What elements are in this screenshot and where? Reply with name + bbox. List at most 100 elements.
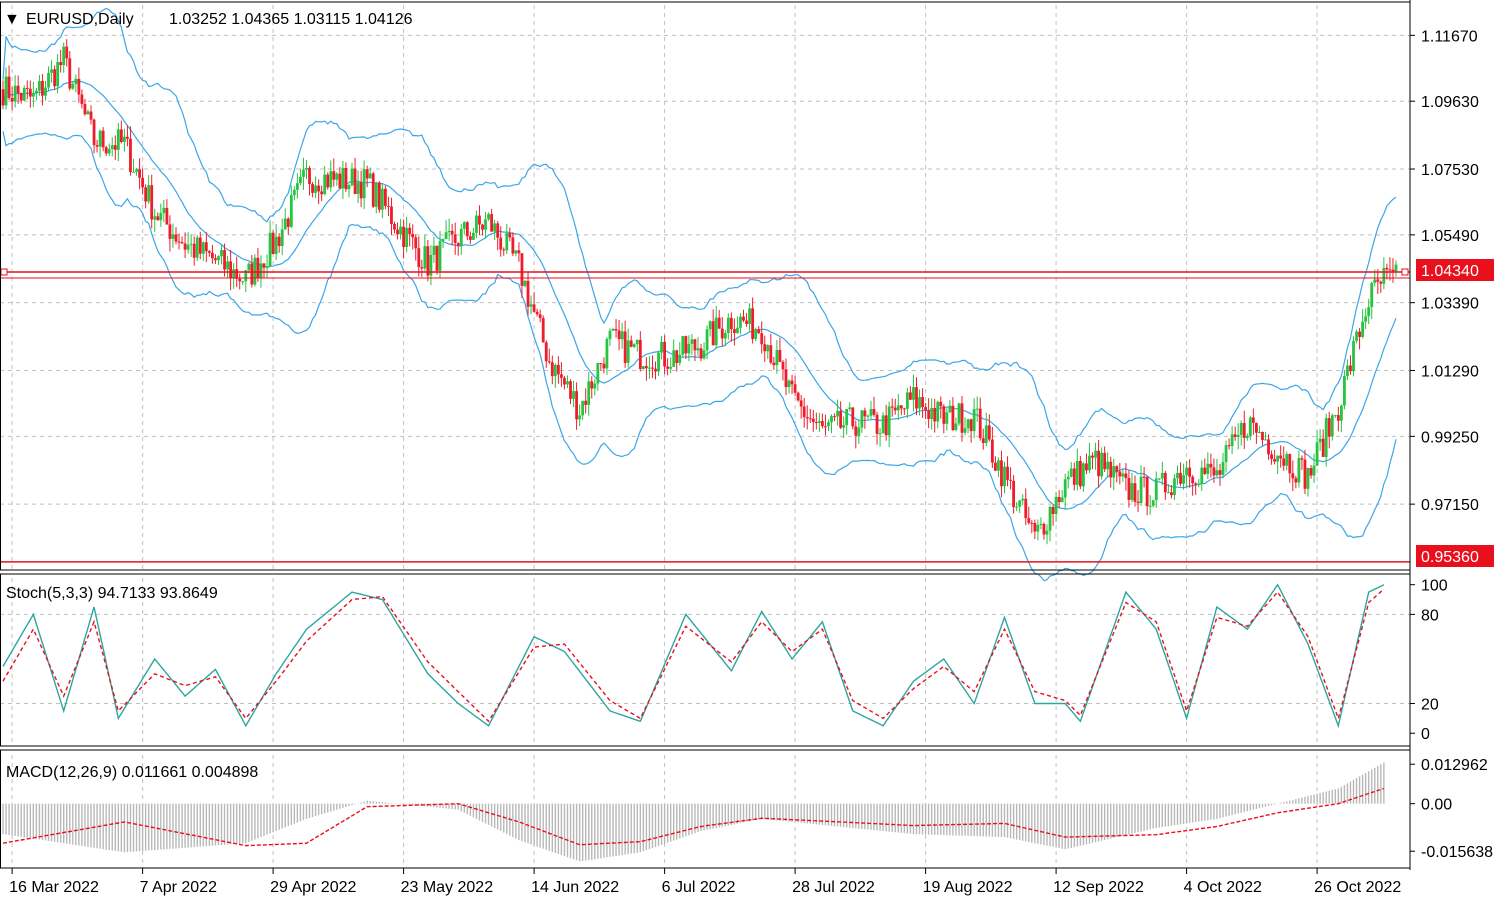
candle-bear — [1133, 483, 1137, 502]
lower-level-price: 0.95360 — [1421, 549, 1479, 566]
candle-bull — [13, 85, 17, 102]
candle-bull — [399, 226, 402, 235]
candle-bear — [575, 391, 578, 420]
candle-bear — [1118, 471, 1122, 477]
candle-bear — [1097, 450, 1100, 477]
candle-bear — [802, 406, 806, 418]
candle-bear — [942, 406, 946, 424]
candle-bear — [550, 362, 554, 377]
candle-bull — [1330, 415, 1334, 437]
candle-bear — [1078, 461, 1082, 487]
candle-bear — [1218, 470, 1222, 475]
candle-bear — [663, 341, 666, 367]
candle-bear — [796, 392, 800, 401]
candle-bear — [969, 419, 973, 432]
candle-bear — [654, 368, 657, 372]
candle-bear — [1379, 281, 1383, 284]
candle-bear — [53, 69, 56, 87]
candle-bull — [1306, 468, 1310, 489]
candle-bear — [1251, 417, 1255, 423]
candle-bear — [939, 401, 943, 407]
candle-bear — [751, 308, 755, 339]
candle-bear — [481, 224, 484, 230]
candle-bull — [1339, 405, 1343, 421]
candle-bull — [714, 317, 718, 346]
level-handle-right — [1401, 268, 1409, 276]
candle-bull — [438, 240, 442, 271]
candle-bear — [165, 207, 169, 225]
collapse-arrow-icon[interactable]: ▼ — [4, 11, 20, 28]
candle-bear — [1288, 454, 1292, 474]
candle-bull — [787, 380, 791, 388]
candle-bear — [875, 414, 879, 434]
candle-bear — [1209, 463, 1213, 468]
candle-bear — [517, 250, 521, 254]
candle-bull — [635, 339, 639, 345]
candle-bull — [302, 169, 305, 177]
candle-bull — [1045, 530, 1049, 535]
candle-bull — [708, 321, 712, 330]
candle-bear — [781, 361, 785, 370]
candle-bull — [220, 250, 223, 257]
candle-bear — [1091, 455, 1094, 458]
candle-bull — [1039, 523, 1043, 526]
candle-bear — [720, 328, 724, 339]
candle-bear — [411, 233, 415, 238]
candle-bull — [1352, 340, 1355, 372]
candle-bull — [1121, 473, 1125, 477]
candle-bull — [1082, 463, 1085, 487]
candle-bull — [975, 408, 979, 410]
candle-bull — [611, 328, 615, 331]
candle-bear — [1376, 279, 1380, 282]
candle-bull — [648, 367, 651, 369]
candle-bull — [1154, 478, 1158, 501]
time-tick-label: 26 Oct 2022 — [1314, 879, 1401, 896]
candle-bear — [207, 251, 211, 253]
candle-bear — [872, 409, 876, 415]
candle-bear — [778, 350, 782, 362]
candle-bull — [954, 423, 958, 431]
candle-bear — [769, 345, 773, 363]
candle-bear — [1027, 518, 1031, 523]
candle-bear — [80, 94, 84, 104]
candle-bull — [1157, 478, 1161, 480]
price-chart[interactable]: 1.11670 1.09630 1.07530 1.05490 1.03390 1.012… — [0, 0, 1506, 912]
candle-bear — [1273, 459, 1277, 462]
candle-bear — [19, 93, 23, 101]
candle-bull — [487, 214, 490, 220]
candle-bear — [1212, 467, 1216, 476]
candle-bull — [47, 72, 50, 88]
candle-bear — [256, 257, 260, 278]
candle-bear — [884, 415, 888, 436]
candle-bear — [65, 46, 69, 59]
candle-bear — [541, 317, 545, 343]
candle-bear — [893, 407, 897, 411]
candle-bull — [189, 243, 193, 245]
candle-bull — [905, 392, 909, 409]
candle-bear — [126, 136, 129, 139]
stoch-tick-label: 100 — [1421, 578, 1448, 595]
candle-bull — [171, 234, 175, 239]
candle-bull — [842, 425, 846, 428]
candle-bull — [1312, 465, 1316, 476]
candle-bull — [232, 269, 236, 279]
candle-bull — [1264, 439, 1267, 441]
candle-bear — [1033, 522, 1037, 532]
price-tick-label: 1.05490 — [1421, 228, 1479, 245]
candle-bear — [177, 241, 181, 243]
candle-bear — [183, 243, 187, 250]
candle-bull — [817, 421, 821, 423]
macd-tick-label: 0.012962 — [1421, 757, 1488, 774]
candle-bull — [678, 354, 682, 363]
candle-bull — [529, 304, 533, 307]
candle-bear — [599, 363, 603, 365]
candle-bear — [387, 205, 390, 207]
candle-bear — [377, 182, 381, 210]
candle-bear — [390, 206, 393, 225]
candle-bull — [253, 257, 257, 285]
candle-bull — [107, 149, 111, 154]
candle-bull — [1185, 467, 1188, 476]
candle-bull — [553, 364, 557, 377]
candle-bull — [283, 218, 287, 230]
candle-bull — [1230, 434, 1234, 447]
